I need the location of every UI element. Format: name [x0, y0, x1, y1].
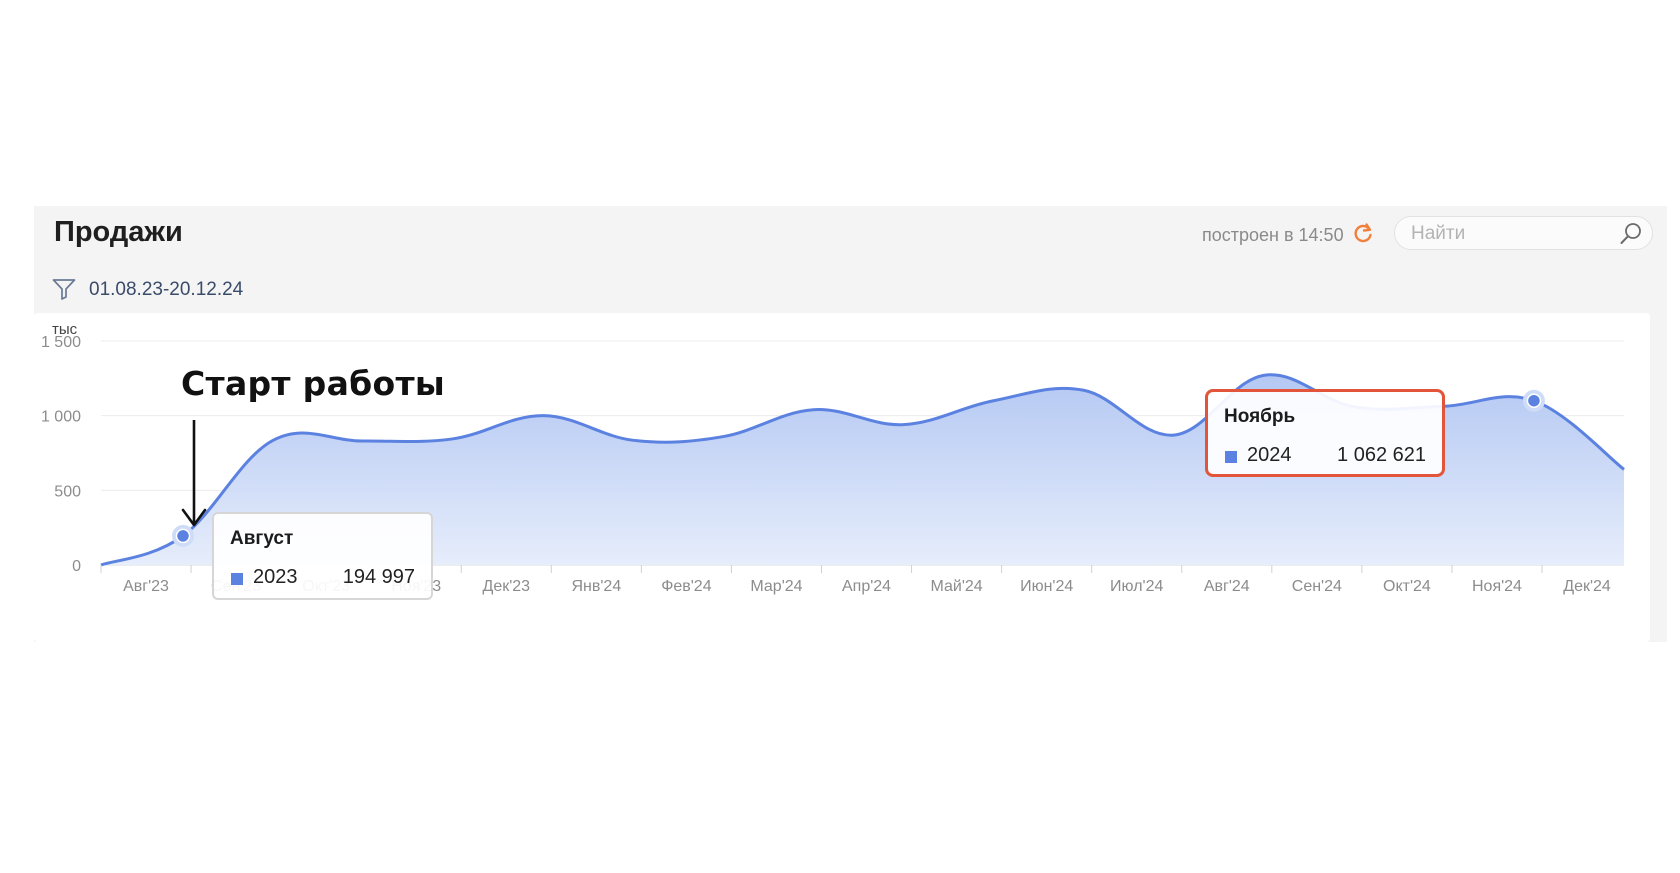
x-tick-label: Окт'24	[1383, 578, 1431, 595]
built-timestamp: построен в 14:50	[1202, 225, 1344, 245]
x-tick-label: Ноя'24	[1472, 578, 1522, 595]
x-tick-label: Сен'24	[1292, 578, 1342, 595]
filter-icon[interactable]	[52, 278, 76, 300]
tooltip-month: Ноябрь	[1224, 406, 1296, 427]
data-point	[175, 528, 191, 544]
y-tick-label: 500	[54, 483, 81, 500]
search-icon[interactable]	[1619, 222, 1643, 246]
tooltip-year: 2023	[253, 566, 298, 588]
x-tick-label: Янв'24	[571, 578, 621, 595]
y-tick-label: 0	[72, 558, 81, 575]
start-arrow-icon	[181, 420, 207, 527]
x-tick-label: Авг'23	[123, 578, 169, 595]
y-tick-label: 1 500	[41, 334, 81, 351]
x-tick-label: Июл'24	[1110, 578, 1163, 595]
tooltip-august: Август 2023 194 997	[212, 512, 433, 600]
tooltip-value: 1 062 621	[1337, 444, 1426, 466]
x-tick-label: Авг'24	[1204, 578, 1250, 595]
y-tick-label: 1 000	[41, 409, 81, 426]
data-point	[1526, 393, 1542, 408]
date-range-filter[interactable]: 01.08.23-20.12.24	[89, 279, 243, 301]
tooltip-value: 194 997	[342, 566, 415, 588]
x-tick-label: Мар'24	[750, 578, 802, 595]
x-tick-label: Апр'24	[842, 578, 891, 595]
search-input[interactable]	[1409, 221, 1613, 247]
tooltip-month: Август	[230, 528, 294, 549]
x-tick-label: Фев'24	[661, 578, 712, 595]
series-color-swatch	[1225, 451, 1237, 463]
tooltip-year: 2024	[1247, 444, 1292, 466]
series-color-swatch	[231, 573, 243, 585]
tooltip-november: Ноябрь 2024 1 062 621	[1205, 389, 1445, 477]
x-tick-label: Май'24	[930, 578, 982, 595]
x-tick-label: Июн'24	[1020, 578, 1073, 595]
x-tick-label: Дек'23	[482, 578, 530, 595]
refresh-icon[interactable]	[1351, 221, 1375, 245]
x-tick-label: Дек'24	[1563, 578, 1611, 595]
page-title: Продажи	[54, 216, 183, 248]
start-annotation: Старт работы	[181, 364, 446, 403]
search-box[interactable]	[1394, 216, 1653, 250]
